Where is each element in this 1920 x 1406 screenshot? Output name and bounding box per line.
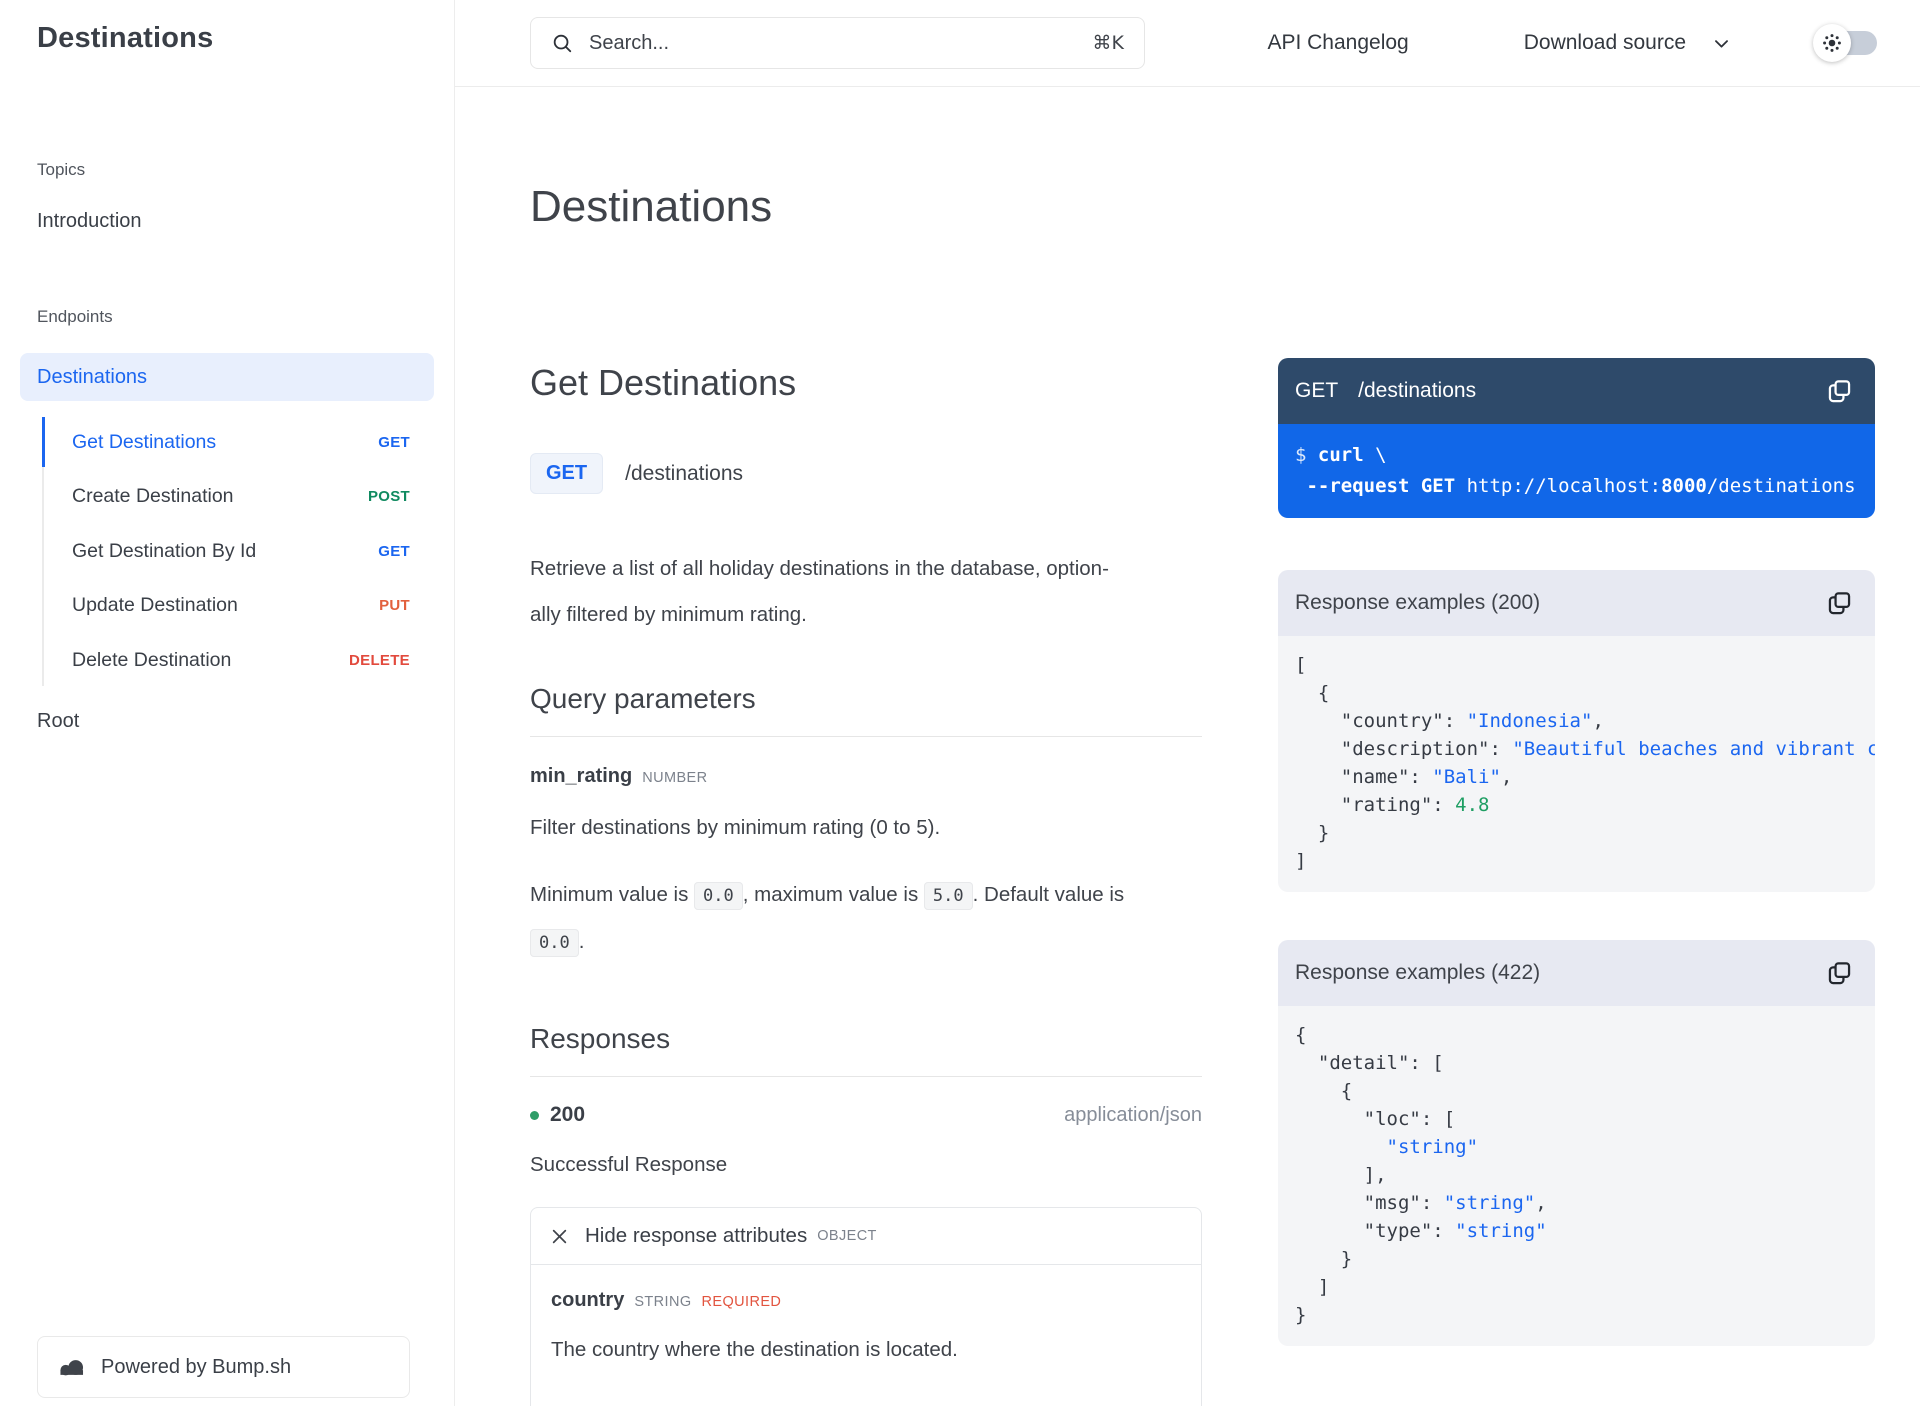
powered-by-bump-button[interactable]: Powered by Bump.sh: [37, 1336, 410, 1398]
sidebar-section-topics: Topics: [37, 160, 86, 179]
page: Destinations Topics Introduction Endpoin…: [0, 0, 1920, 1406]
theme-toggle[interactable]: [1813, 23, 1877, 63]
parameter-header: min_rating NUMBER: [530, 765, 1202, 788]
operation-label: Get Destinations: [72, 430, 217, 453]
parameter-constraints: Minimum value is 0.0, maximum value is 5…: [530, 872, 1202, 966]
attribute-type-label: STRING: [634, 1294, 692, 1310]
close-icon: [551, 1228, 568, 1245]
status-dot-icon: [530, 1110, 539, 1120]
sidebar-title: Destinations: [37, 22, 214, 54]
response-422-code-block[interactable]: { "detail": [ { "loc": [ "string" ], "ms…: [1278, 1006, 1875, 1346]
constraint-min-chip: 0.0: [694, 882, 743, 910]
operation-label: Delete Destination: [72, 648, 232, 671]
sidebar-item-delete-destination[interactable]: Delete Destination DELETE: [42, 633, 410, 688]
search-shortcut-hint: ⌘K: [1092, 32, 1124, 54]
copy-icon[interactable]: [1826, 960, 1853, 987]
response-example-200-header: Response examples (200): [1278, 570, 1875, 636]
download-source-dropdown[interactable]: Download source: [1524, 31, 1731, 55]
endpoint-method-row: GET /destinations: [530, 453, 1202, 494]
chevron-down-icon: [1712, 34, 1731, 53]
parameter-type-label: NUMBER: [642, 770, 708, 786]
search-icon: [551, 32, 573, 54]
response-content-type: application/json: [1064, 1103, 1202, 1126]
endpoint-path: /destinations: [625, 461, 744, 485]
top-nav: API Changelog Download source: [1267, 23, 1920, 63]
response-attributes-card: Hide response attributes OBJECT country …: [530, 1207, 1202, 1406]
request-example-header: GET /destinations: [1278, 358, 1875, 424]
operation-title: Get Destinations: [530, 362, 797, 403]
query-parameters-heading: Query parameters: [530, 682, 1202, 737]
method-badge-delete: DELETE: [349, 651, 410, 669]
curl-code-block[interactable]: $ curl \ --request GET http://localhost:…: [1278, 424, 1875, 518]
sidebar-item-update-destination[interactable]: Update Destination PUT: [42, 579, 410, 634]
attribute-description: The country where the destination is loc…: [551, 1338, 958, 1361]
method-badge-get: GET: [378, 433, 410, 451]
doc-article: Destinations Get Destinations GET /desti…: [530, 87, 1202, 1406]
toggle-label: Hide response attributes: [585, 1224, 808, 1247]
api-changelog-link[interactable]: API Changelog: [1267, 31, 1408, 55]
status-code: 200: [550, 1103, 586, 1126]
sidebar-section-endpoints: Endpoints: [37, 307, 113, 326]
request-method: GET: [1295, 379, 1339, 402]
request-example-panel: GET /destinations $ curl \ --request GET…: [1278, 358, 1875, 518]
parameter-description: Filter destinations by minimum rating (0…: [530, 816, 941, 839]
constraint-text: , maximum value is: [742, 883, 924, 906]
attribute-header: country STRING REQUIRED: [551, 1289, 1181, 1312]
description-line-2: ally filtered by minimum rating.: [530, 603, 807, 626]
method-badge-post: POST: [367, 488, 410, 506]
sidebar-item-destinations-group[interactable]: Destinations: [20, 353, 434, 401]
constraint-text: . Default value is: [972, 883, 1125, 906]
operation-label: Get Destination By Id: [72, 539, 257, 562]
constraint-default-chip: 0.0: [530, 929, 579, 957]
constraint-text: Minimum value is: [530, 883, 695, 906]
response-example-200-title: Response examples (200): [1295, 591, 1541, 614]
response-status-row: 200 application/json: [530, 1103, 1202, 1127]
search-input[interactable]: [587, 30, 1093, 56]
constraint-text: .: [578, 930, 585, 953]
download-source-label: Download source: [1523, 31, 1686, 54]
description-line-1: Retrieve a list of all holiday destinati…: [530, 557, 1109, 580]
response-200-code-block[interactable]: [ { "country": "Indonesia", "description…: [1278, 636, 1875, 892]
hide-response-attributes-toggle[interactable]: Hide response attributes OBJECT: [531, 1208, 1201, 1265]
attribute-required-label: REQUIRED: [701, 1294, 782, 1310]
page-title: Destinations: [530, 182, 773, 231]
powered-by-label: Powered by Bump.sh: [101, 1355, 292, 1378]
copy-icon[interactable]: [1826, 378, 1853, 405]
top-bar: ⌘K API Changelog Download source: [455, 0, 1920, 87]
operation-label: Update Destination: [72, 594, 238, 617]
operation-description: Retrieve a list of all holiday destinati…: [530, 546, 1202, 638]
responses-heading: Responses: [530, 1022, 1202, 1077]
parameter-name: min_rating: [530, 765, 633, 787]
constraint-max-chip: 5.0: [923, 882, 973, 910]
sidebar-item-root[interactable]: Root: [37, 710, 454, 733]
sidebar-item-create-destination[interactable]: Create Destination POST: [42, 470, 410, 525]
toggle-type-label: OBJECT: [817, 1228, 877, 1244]
sidebar-operation-list: Get Destinations GET Create Destination …: [42, 415, 410, 688]
example-rail: GET /destinations $ curl \ --request GET…: [1278, 87, 1875, 1406]
attribute-row-country: country STRING REQUIRED The country wher…: [531, 1265, 1201, 1406]
copy-icon[interactable]: [1826, 590, 1853, 617]
request-path: /destinations: [1358, 379, 1477, 402]
content: Destinations Get Destinations GET /desti…: [455, 87, 1920, 1406]
sidebar-item-get-destination-by-id[interactable]: Get Destination By Id GET: [42, 524, 410, 579]
response-summary: Successful Response: [530, 1153, 728, 1176]
sun-icon: [1823, 34, 1841, 52]
sidebar-item-introduction[interactable]: Introduction: [37, 210, 454, 233]
main-area: ⌘K API Changelog Download source: [455, 0, 1920, 1406]
bump-logo-icon: [58, 1357, 86, 1378]
method-badge-get: GET: [378, 542, 410, 560]
sidebar: Destinations Topics Introduction Endpoin…: [0, 0, 455, 1406]
method-badge-put: PUT: [379, 597, 410, 615]
method-badge-get: GET: [530, 453, 604, 494]
operation-list-active-indicator: [42, 417, 45, 467]
attribute-name: country: [551, 1289, 625, 1311]
response-example-422-header: Response examples (422): [1278, 940, 1875, 1006]
operation-label: Create Destination: [72, 485, 234, 508]
response-example-422-title: Response examples (422): [1295, 961, 1541, 984]
search-box[interactable]: ⌘K: [530, 17, 1145, 69]
response-example-200-panel: Response examples (200) [ { "country": "…: [1278, 570, 1875, 892]
sidebar-item-get-destinations[interactable]: Get Destinations GET: [42, 415, 410, 470]
response-example-422-panel: Response examples (422) { "detail": [ { …: [1278, 940, 1875, 1346]
toggle-knob: [1813, 24, 1851, 62]
